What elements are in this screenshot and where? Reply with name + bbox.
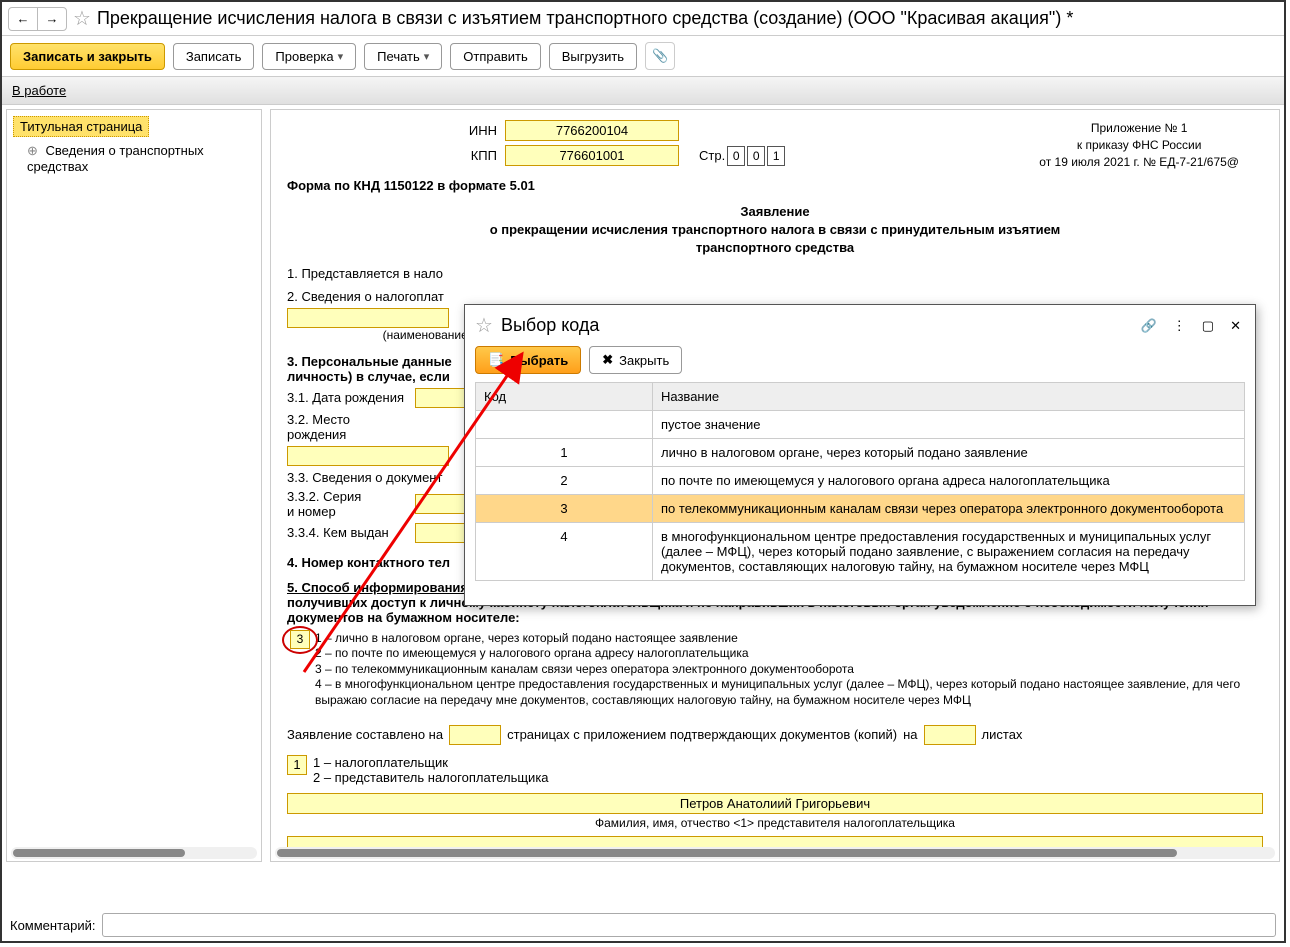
page-d1: 0 [727, 146, 745, 166]
pages-row: Заявление составлено на страницах с прил… [287, 725, 1263, 745]
status-link[interactable]: В работе [12, 83, 66, 98]
section-1: 1. Представляется в нало [287, 266, 1263, 281]
str-label: Стр. [699, 148, 725, 163]
order-reference: Приложение № 1 к приказу ФНС России от 1… [1039, 120, 1239, 170]
form-knd-line: Форма по КНД 1150122 в формате 5.01 [287, 178, 1263, 193]
code-cell: 2 [476, 467, 653, 495]
code-row[interactable]: пустое значение [476, 411, 1245, 439]
more-icon[interactable]: ⋮ [1169, 316, 1190, 336]
name-cell: пустое значение [653, 411, 1245, 439]
right-scrollbar[interactable] [275, 847, 1275, 859]
birth-place-field[interactable] [287, 446, 449, 466]
modal-title: Выбор кода [501, 315, 599, 336]
save-close-button[interactable]: Записать и закрыть [10, 43, 165, 70]
attach-button[interactable]: 📎 [645, 42, 675, 70]
name-cell: лично в налоговом органе, через который … [653, 439, 1245, 467]
label-birth-date: 3.1. Дата рождения [287, 390, 407, 405]
send-button[interactable]: Отправить [450, 43, 540, 70]
code-row[interactable]: 1лично в налоговом органе, через который… [476, 439, 1245, 467]
save-button[interactable]: Записать [173, 43, 255, 70]
code-cell: 3 [476, 495, 653, 523]
name-cell: по телекоммуникационным каналам связи че… [653, 495, 1245, 523]
section-2: 2. Сведения о налогоплат [287, 289, 1263, 304]
representative-name-field[interactable]: Петров Анатолиий Григорьевич [287, 793, 1263, 814]
tree-expand-icon[interactable]: ⊕ [27, 143, 38, 158]
x-icon: ✖ [602, 352, 613, 368]
col-name[interactable]: Название [653, 383, 1245, 411]
method-option-1: 1 – лично в налоговом органе, через кото… [315, 631, 1263, 647]
page-d3: 1 [767, 146, 785, 166]
label-series-number: 3.3.2. Серия и номер [287, 489, 407, 519]
nav-back-button[interactable]: ← [9, 8, 38, 30]
inform-method-field[interactable]: 3 [290, 630, 310, 649]
kpp-label: КПП [287, 148, 505, 163]
name-cell: в многофункциональном центре предоставле… [653, 523, 1245, 581]
left-scrollbar[interactable] [11, 847, 257, 859]
label-birth-place: 3.2. Место рождения [287, 412, 407, 442]
code-select-modal: ☆ Выбор кода 🔗 ⋮ ▢ ✕ 📑 Выбрать ✖ Закрыть… [464, 304, 1256, 606]
rep-option-1: 1 – налогоплательщик [313, 755, 549, 770]
maximize-icon[interactable]: ▢ [1198, 316, 1218, 336]
name-cell: по почте по имеющемуся у налогового орга… [653, 467, 1245, 495]
code-cell: 4 [476, 523, 653, 581]
check-button[interactable]: Проверка [262, 43, 356, 70]
nav-tree: Титульная страница ⊕ Сведения о транспор… [6, 109, 262, 862]
main-toolbar: Записать и закрыть Записать Проверка Печ… [2, 36, 1284, 77]
label-issued-by: 3.3.4. Кем выдан [287, 525, 407, 540]
attachments-count-field[interactable] [924, 725, 976, 745]
comment-label: Комментарий: [10, 918, 96, 933]
nav-forward-button[interactable]: → [38, 8, 66, 30]
code-table: Код Название пустое значение1лично в нал… [475, 382, 1245, 581]
declaration-title: Заявление о прекращении исчисления транс… [287, 203, 1263, 258]
link-icon[interactable]: 🔗 [1137, 316, 1161, 336]
method-option-3: 3 – по телекоммуникационным каналам связ… [315, 662, 1263, 678]
print-button[interactable]: Печать [364, 43, 442, 70]
birth-date-field[interactable] [415, 388, 467, 408]
close-icon[interactable]: ✕ [1226, 316, 1245, 336]
representative-name-caption: Фамилия, имя, отчество <1> представителя… [287, 816, 1263, 830]
code-row[interactable]: 4в многофункциональном центре предоставл… [476, 523, 1245, 581]
modal-select-button[interactable]: 📑 Выбрать [475, 346, 581, 374]
pages-count-field[interactable] [449, 725, 501, 745]
kpp-field[interactable]: 776601001 [505, 145, 679, 166]
label-doc: 3.3. Сведения о документ [287, 470, 442, 485]
inn-label: ИНН [287, 123, 505, 138]
taxpayer-name-field[interactable] [287, 308, 449, 328]
comment-input[interactable] [102, 913, 1277, 937]
export-button[interactable]: Выгрузить [549, 43, 637, 70]
status-bar: В работе [2, 77, 1284, 105]
tree-item-title-page[interactable]: Титульная страница [13, 116, 149, 137]
comment-row: Комментарий: [10, 913, 1276, 937]
code-row[interactable]: 2по почте по имеющемуся у налогового орг… [476, 467, 1245, 495]
method-option-4: 4 – в многофункциональном центре предост… [315, 677, 1263, 708]
select-icon: 📑 [488, 352, 504, 368]
inn-field[interactable]: 7766200104 [505, 120, 679, 141]
code-row[interactable]: 3по телекоммуникационным каналам связи ч… [476, 495, 1245, 523]
title-bar: ← → ☆ Прекращение исчисления налога в св… [2, 2, 1284, 36]
nav-box: ← → [8, 7, 67, 31]
code-cell [476, 411, 653, 439]
page-title: Прекращение исчисления налога в связи с … [97, 8, 1073, 29]
modal-close-button[interactable]: ✖ Закрыть [589, 346, 682, 374]
favorite-star-icon[interactable]: ☆ [73, 6, 91, 31]
page-d2: 0 [747, 146, 765, 166]
modal-star-icon[interactable]: ☆ [475, 313, 493, 338]
code-cell: 1 [476, 439, 653, 467]
rep-option-2: 2 – представитель налогоплательщика [313, 770, 549, 785]
representative-type-field[interactable]: 1 [287, 755, 307, 775]
tree-item-label: Сведения о транспортных средствах [27, 143, 204, 174]
method-option-2: 2 – по почте по имеющемуся у налогового … [315, 646, 1263, 662]
col-code[interactable]: Код [476, 383, 653, 411]
tree-item-vehicles[interactable]: ⊕ Сведения о транспортных средствах [13, 141, 255, 176]
inform-method-area: 3 1 – лично в налоговом органе, через ко… [287, 631, 1263, 709]
